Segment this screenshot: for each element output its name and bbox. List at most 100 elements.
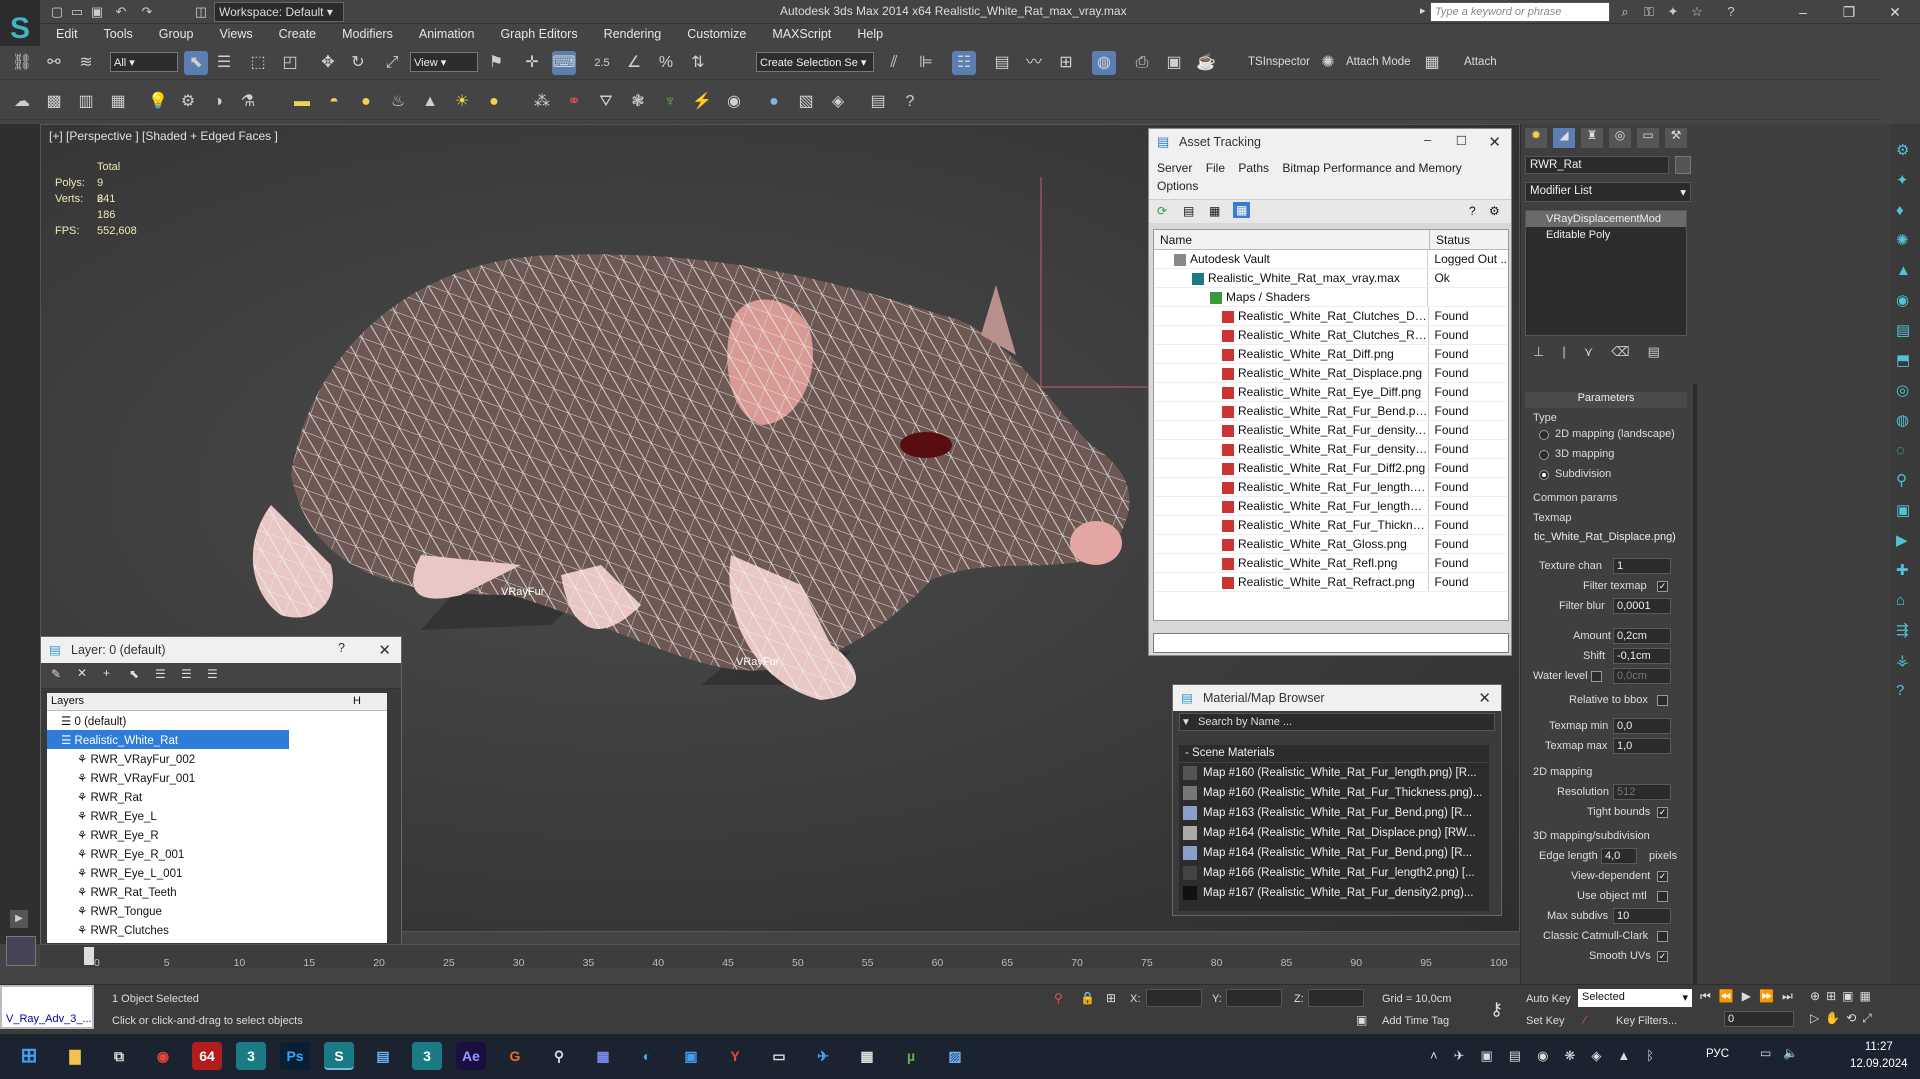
app-g-icon[interactable]: G	[500, 1042, 530, 1070]
edge-length-spinner[interactable]: 4,0	[1601, 848, 1637, 864]
menu-group[interactable]: Group	[143, 24, 204, 44]
strip-icon-18[interactable]: ⚶	[1896, 646, 1911, 676]
file-explorer-icon[interactable]: ▇	[60, 1042, 90, 1070]
strip-icon-1[interactable]: ⚙	[1896, 136, 1911, 166]
max-subdivs-spinner[interactable]: 10	[1613, 908, 1671, 924]
menu-graph-editors[interactable]: Graph Editors	[484, 24, 587, 44]
layer-row[interactable]: ☰ Realistic_White_Rat	[47, 730, 289, 749]
select-by-name-icon[interactable]: ☰	[212, 51, 236, 75]
display-tab-icon[interactable]: ▭	[1637, 128, 1659, 148]
spinner-snap-icon[interactable]: ⇅	[686, 51, 710, 75]
attach-mode-icon[interactable]: ✺	[1316, 51, 1340, 75]
view-dependent-checkbox[interactable]: ✓	[1657, 871, 1668, 882]
strip-icon-7[interactable]: ▤	[1896, 316, 1911, 346]
auto-key-button[interactable]: Auto Key	[1526, 993, 1571, 1005]
viewport-thumbnail-icon[interactable]	[6, 936, 36, 966]
material-row[interactable]: Map #164 (Realistic_White_Rat_Fur_Bend.p…	[1179, 843, 1489, 863]
rotate-icon[interactable]: ↻	[346, 51, 370, 75]
material-row[interactable]: Map #167 (Realistic_White_Rat_Fur_densit…	[1179, 883, 1489, 903]
vray-hair-icon[interactable]: ⚡	[690, 90, 714, 114]
add-time-tag-button[interactable]: Add Time Tag	[1382, 1015, 1449, 1027]
snaps-toggle-icon[interactable]: 2.5	[590, 51, 614, 75]
tray-display-icon[interactable]: ▭	[1760, 1046, 1771, 1060]
asset-path-field[interactable]	[1153, 633, 1509, 653]
undo-icon[interactable]: ↶	[112, 3, 130, 21]
vray-dome-light-icon[interactable]: ◓	[322, 90, 346, 114]
asset-row[interactable]: Realistic_White_Rat_Diff.png Found	[1154, 345, 1508, 364]
redo-icon[interactable]: ↷	[138, 3, 156, 21]
material-row[interactable]: Map #160 (Realistic_White_Rat_Fur_Thickn…	[1179, 783, 1489, 803]
vray-plane-icon[interactable]: ⛛	[594, 90, 618, 114]
modify-tab-icon[interactable]: ◢	[1553, 128, 1575, 148]
object-color-swatch[interactable]	[1675, 156, 1691, 174]
zoom-extents-all-icon[interactable]: ▦	[1859, 989, 1870, 1003]
select-link-icon[interactable]: ⛓	[10, 51, 34, 75]
asset-minimize-button[interactable]: –	[1424, 133, 1431, 147]
vray-help-icon[interactable]: ?	[898, 90, 922, 114]
asset-menu-bitmap[interactable]: Bitmap Performance and Memory	[1282, 161, 1461, 175]
project-folder-icon[interactable]: ◫	[192, 3, 210, 21]
new-file-icon[interactable]: ▢	[48, 3, 66, 21]
menu-animation[interactable]: Animation	[403, 24, 485, 44]
asset-row[interactable]: Realistic_White_Rat_Fur_Diff2.png Found	[1154, 459, 1508, 478]
tray-telegram-icon[interactable]: ✈	[1454, 1048, 1465, 1064]
help-icon[interactable]: ?	[1722, 3, 1740, 21]
minimize-button[interactable]: –	[1780, 0, 1826, 24]
type-2d-radio[interactable]	[1539, 430, 1549, 440]
asset-row[interactable]: Maps / Shaders	[1154, 288, 1508, 307]
asset-tracking-title[interactable]: ▤ Asset Tracking – ☐ ✕	[1149, 129, 1511, 155]
hide-unhide-icon[interactable]: ☰	[181, 667, 192, 681]
asset-close-button[interactable]: ✕	[1488, 133, 1501, 151]
set-key-button[interactable]: Set Key	[1526, 1015, 1565, 1027]
infocenter-icon[interactable]: ✦	[1664, 3, 1682, 21]
selection-filter-dropdown[interactable]: All ▾	[110, 52, 178, 72]
asset-row[interactable]: Autodesk Vault Logged Out ...	[1154, 250, 1508, 269]
asset-row[interactable]: Realistic_White_Rat_Refl.png Found	[1154, 554, 1508, 573]
utorrent-icon[interactable]: µ	[896, 1042, 926, 1070]
layer-row[interactable]: ⚘ RWR_Eye_R	[47, 825, 387, 844]
water-level-checkbox[interactable]	[1591, 671, 1602, 682]
freeze-unfreeze-icon[interactable]: ☰	[207, 667, 218, 681]
vray-mesh-light-icon[interactable]: ♨	[386, 90, 410, 114]
vray-ies-light-icon[interactable]: ▲	[418, 90, 442, 114]
workspace-dropdown[interactable]: Workspace: Default ▾	[214, 2, 344, 22]
object-name-field[interactable]: RWR_Rat	[1525, 156, 1669, 174]
filter-blur-spinner[interactable]: 0,0001	[1613, 598, 1671, 614]
time-tag-icon[interactable]: ▣	[1356, 1013, 1367, 1027]
water-level-spinner[interactable]: 0,0cm	[1613, 668, 1671, 684]
unlink-icon[interactable]: ⚯	[42, 51, 66, 75]
move-icon[interactable]: ✥	[316, 51, 340, 75]
tray-bluetooth-icon[interactable]: ᛒ	[1646, 1048, 1654, 1064]
menu-rendering[interactable]: Rendering	[588, 24, 672, 44]
asset-menu-server[interactable]: Server	[1157, 161, 1192, 175]
select-manipulate-icon[interactable]: ✛	[520, 51, 544, 75]
maxscript-listener[interactable]: V_Ray_Adv_3_...	[0, 985, 94, 1029]
close-button[interactable]: ✕	[1872, 0, 1918, 24]
3dsmax-icon-1[interactable]: 3	[236, 1042, 266, 1070]
search-arrow-icon[interactable]: ▸	[1420, 4, 1426, 17]
zoom-extents-icon[interactable]: ▣	[1842, 989, 1853, 1003]
x-coord-field[interactable]	[1146, 989, 1202, 1007]
asset-row[interactable]: Realistic_White_Rat_Displace.png Found	[1154, 364, 1508, 383]
material-row[interactable]: Map #166 (Realistic_White_Rat_Fur_length…	[1179, 863, 1489, 883]
create-layer-icon[interactable]: ✎	[51, 667, 61, 681]
tray-app-icon-6[interactable]: ▲	[1617, 1048, 1630, 1064]
vray-light-lister-icon[interactable]: 💡	[146, 90, 170, 114]
scale-icon[interactable]: ⤢	[380, 51, 404, 75]
type-subdivision-radio[interactable]	[1539, 470, 1549, 480]
tray-chevron-icon[interactable]: ˄	[1430, 1048, 1438, 1064]
menu-create[interactable]: Create	[263, 24, 327, 44]
material-search-input[interactable]: Search by Name ...	[1179, 713, 1495, 731]
col-name-header[interactable]: Name	[1154, 230, 1430, 249]
notepad-icon[interactable]: ▤	[368, 1042, 398, 1070]
after-effects-icon[interactable]: Ae	[456, 1042, 486, 1070]
stack-item-vraydisplacement[interactable]: VRayDisplacementMod	[1526, 211, 1686, 227]
asset-row[interactable]: Realistic_White_Rat_Fur_Bend.png Found	[1154, 402, 1508, 421]
start-button-icon[interactable]: ⊞	[14, 1042, 44, 1070]
layer-row[interactable]: ⚘ RWR_VRayFur_001	[47, 768, 387, 787]
strip-icon-14[interactable]: ▶	[1896, 526, 1911, 556]
select-highlighted-icon[interactable]: ⬉	[129, 667, 139, 681]
delete-layer-icon[interactable]: ✕	[77, 666, 87, 680]
vray-sphere-light-icon[interactable]: ●	[354, 90, 378, 114]
asset-menu-file[interactable]: File	[1206, 161, 1225, 175]
